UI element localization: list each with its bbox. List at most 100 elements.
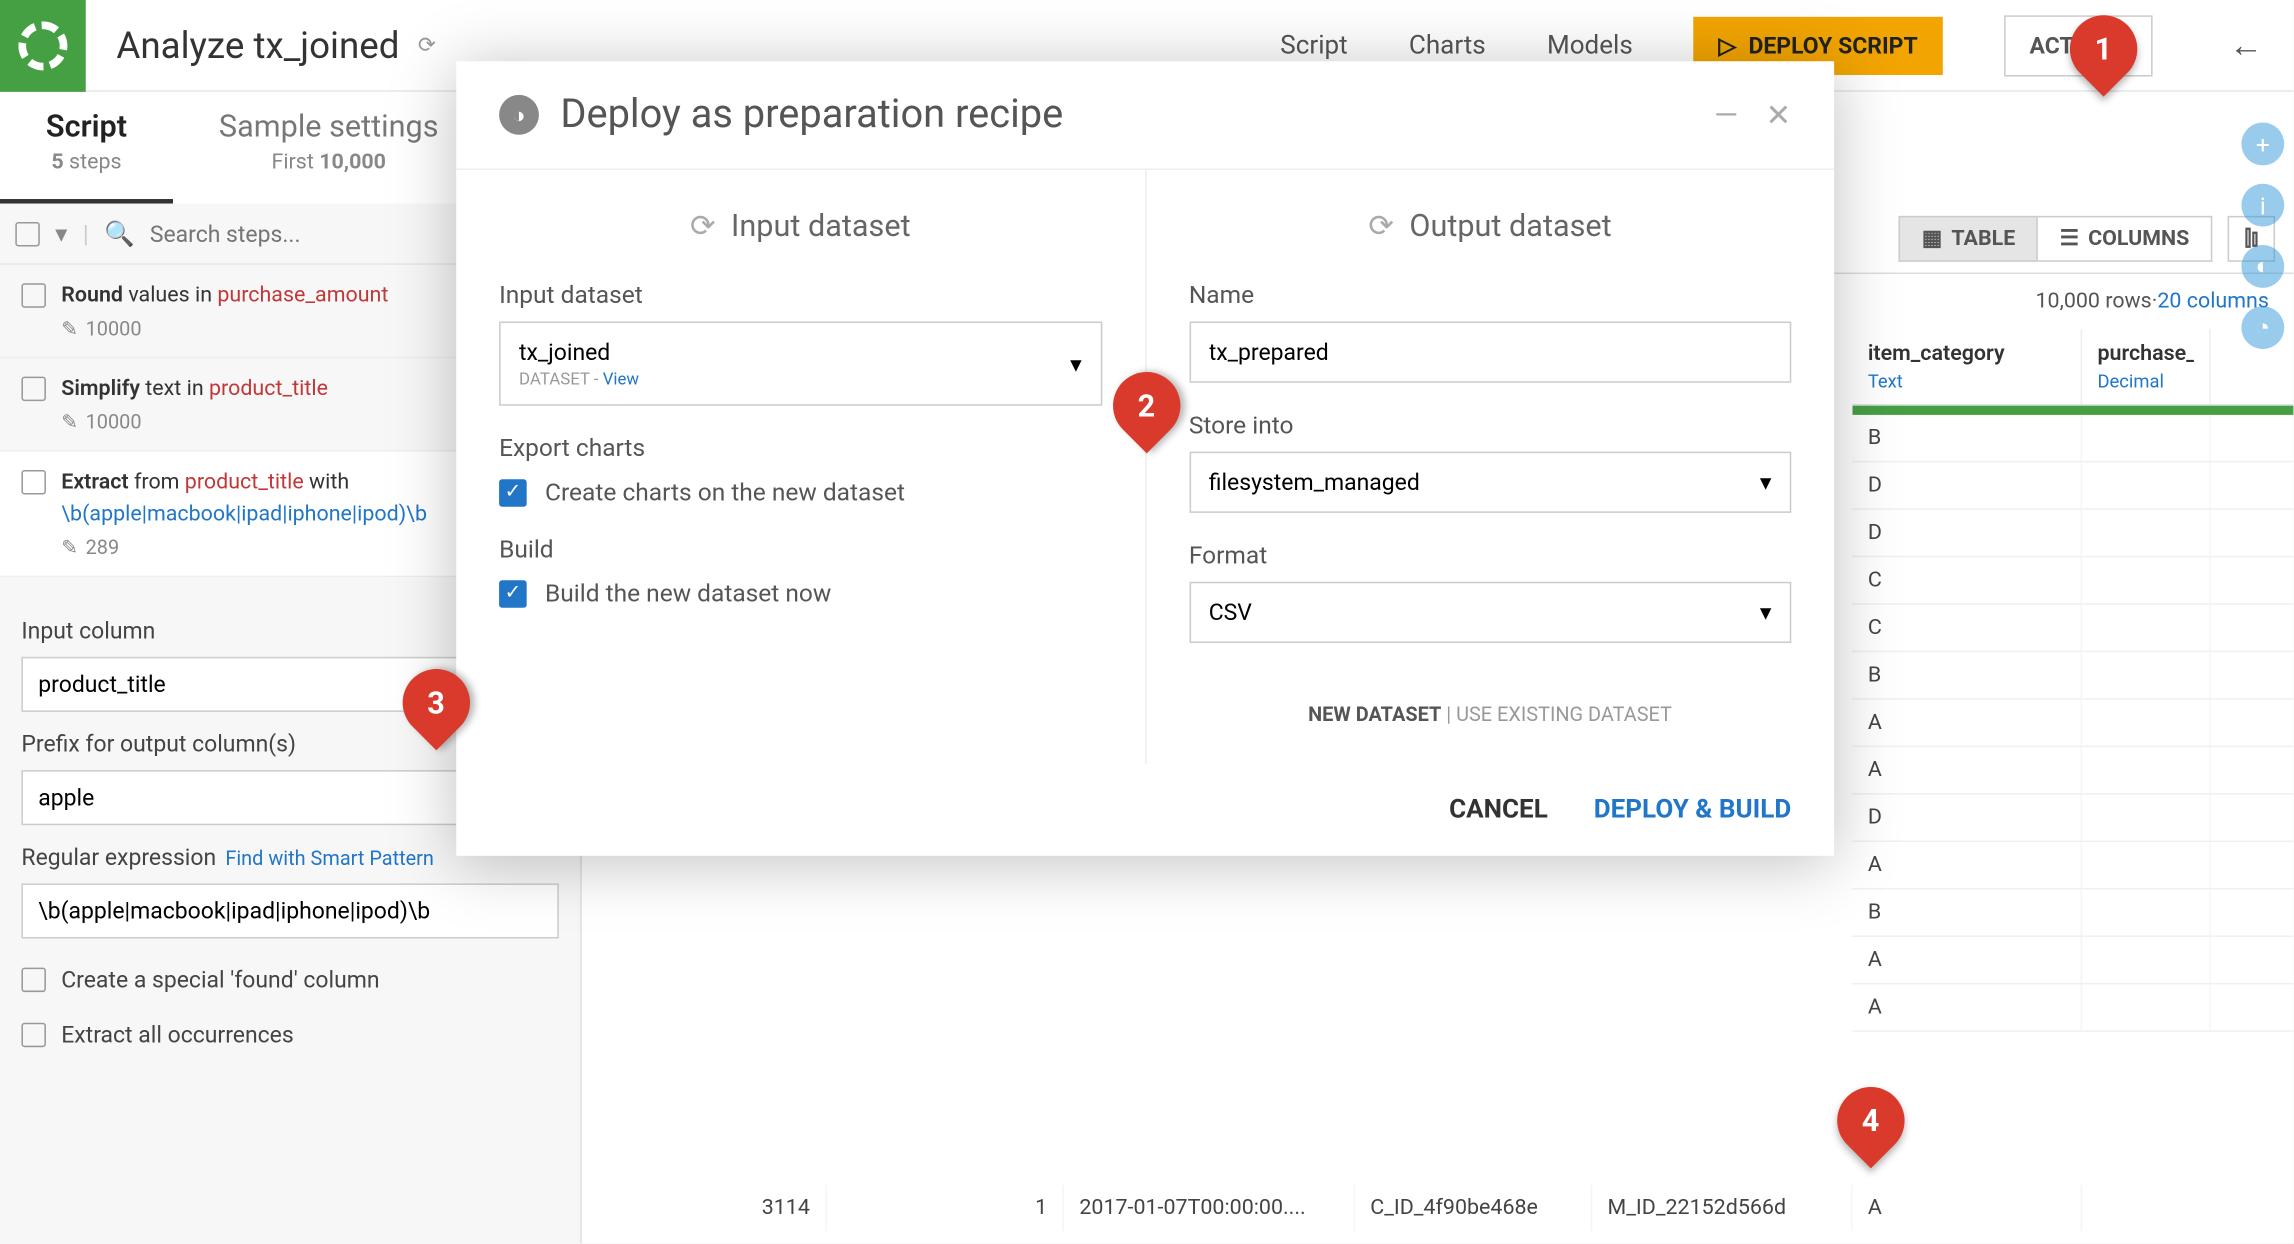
cell: 3114: [582, 1185, 827, 1231]
cell: [2082, 842, 2211, 888]
cell: [2082, 605, 2211, 651]
deploy-build-button[interactable]: DEPLOY & BUILD: [1594, 795, 1792, 826]
pencil-icon: ✎: [61, 537, 78, 560]
chevron-left-icon[interactable]: ←: [2229, 25, 2263, 65]
table-icon: ▦: [1922, 226, 1942, 250]
step-verb: Round: [61, 283, 123, 307]
cell: [2082, 700, 2211, 746]
cell: A: [1853, 700, 2083, 746]
step-count: 10000: [86, 318, 142, 341]
output-section-title: Output dataset: [1409, 207, 1611, 244]
info-icon[interactable]: i: [2241, 184, 2284, 227]
table-view-button[interactable]: ▦ TABLE: [1899, 215, 2038, 261]
cell: B: [1853, 890, 2083, 936]
tab-script[interactable]: Script 5 steps: [0, 92, 173, 204]
extract-checkbox-label: Extract all occurrences: [61, 1021, 293, 1049]
minimize-icon[interactable]: —: [1714, 96, 1738, 133]
table-row[interactable]: D: [1853, 795, 2294, 842]
table-row[interactable]: B: [1853, 890, 2294, 937]
step-checkbox[interactable]: [21, 470, 45, 494]
callout-number: 2: [1138, 387, 1156, 424]
clock-icon[interactable]: ◔: [2241, 306, 2284, 349]
tab-script-label: Script: [46, 107, 127, 144]
regex-label: Regular expression: [21, 844, 216, 872]
table-row[interactable]: A: [1853, 937, 2294, 984]
columns-view-label: COLUMNS: [2088, 226, 2189, 250]
select-all-checkbox[interactable]: [15, 221, 39, 245]
chat-icon[interactable]: ◐: [2241, 245, 2284, 288]
tab-script-sub: steps: [69, 150, 122, 174]
found-checkbox[interactable]: [21, 968, 45, 992]
step-count: 10000: [86, 412, 142, 435]
column-header[interactable]: item_category Text: [1853, 329, 2083, 404]
search-icon: 🔍: [104, 219, 135, 248]
cell: [2082, 462, 2211, 508]
deploy-script-label: DEPLOY SCRIPT: [1748, 31, 1917, 59]
smart-pattern-link[interactable]: Find with Smart Pattern: [225, 848, 434, 871]
step-checkbox[interactable]: [21, 283, 45, 307]
step-checkbox[interactable]: [21, 377, 45, 401]
column-name: item_category: [1868, 341, 2065, 365]
step-column: product_title: [209, 377, 328, 401]
cell: D: [1853, 510, 2083, 556]
table-row[interactable]: C: [1853, 605, 2294, 652]
recipe-icon: ◑: [499, 95, 539, 135]
nav-script[interactable]: Script: [1280, 30, 1347, 61]
cell: C: [1853, 557, 2083, 603]
found-checkbox-label: Create a special 'found' column: [61, 966, 379, 994]
tab-sample-prefix: First: [271, 150, 313, 174]
nav-charts[interactable]: Charts: [1409, 30, 1486, 61]
table-row[interactable]: A: [1853, 747, 2294, 794]
modal-title: Deploy as preparation recipe: [560, 92, 1063, 138]
table-row[interactable]: B: [1853, 415, 2294, 462]
cancel-button[interactable]: CANCEL: [1449, 795, 1548, 826]
chevron-down-icon: ▾: [1760, 468, 1772, 496]
tab-sample-label: Sample settings: [219, 107, 439, 144]
step-verb: Extract: [61, 470, 128, 494]
table-view-label: TABLE: [1951, 226, 2015, 250]
input-section-title: Input dataset: [731, 207, 911, 244]
input-dataset-select[interactable]: tx_joined DATASET - View ▾: [499, 322, 1101, 406]
dropdown-icon[interactable]: ▾: [55, 219, 67, 248]
column-type: Text: [1868, 371, 2065, 392]
nav-models[interactable]: Models: [1547, 30, 1633, 61]
deploy-modal: ◑ Deploy as preparation recipe — ✕ ⟳ Inpu…: [456, 61, 1834, 856]
format-select[interactable]: CSV ▾: [1189, 582, 1791, 643]
close-icon[interactable]: ✕: [1766, 96, 1792, 133]
table-row[interactable]: C: [1853, 557, 2294, 604]
build-now-checkbox[interactable]: ✓: [499, 579, 527, 607]
new-dataset-toggle[interactable]: NEW DATASET: [1308, 704, 1441, 727]
cell: [2082, 795, 2211, 841]
step-plain: text in: [140, 377, 209, 401]
export-charts-checkbox[interactable]: ✓: [499, 478, 527, 506]
column-header[interactable]: purchase_amount Decimal: [2082, 329, 2211, 404]
export-charts-label: Export charts: [499, 433, 1101, 462]
table-row[interactable]: D: [1853, 510, 2294, 557]
plus-icon[interactable]: +: [2241, 122, 2284, 165]
table-row[interactable]: A: [1853, 842, 2294, 889]
format-value: CSV: [1209, 599, 1252, 627]
refresh-icon[interactable]: ⟳: [418, 33, 436, 57]
table-row[interactable]: D: [1853, 462, 2294, 509]
logo[interactable]: [0, 0, 86, 91]
columns-view-button[interactable]: ☰ COLUMNS: [2038, 215, 2212, 261]
extract-checkbox[interactable]: [21, 1023, 45, 1047]
store-into-value: filesystem_managed: [1209, 468, 1420, 496]
cell: [2082, 984, 2211, 1030]
tab-sample[interactable]: Sample settings First 10,000: [173, 92, 484, 204]
table-row[interactable]: A: [1853, 700, 2294, 747]
output-name-field[interactable]: [1189, 322, 1791, 383]
step-verb: Simplify: [61, 377, 140, 401]
view-link[interactable]: View: [603, 369, 639, 389]
table-row[interactable]: B: [1853, 652, 2294, 699]
cell: B: [1853, 415, 2083, 461]
store-into-select[interactable]: filesystem_managed ▾: [1189, 452, 1791, 513]
cell: A: [1853, 747, 2083, 793]
cell: [2082, 937, 2211, 983]
arrow-in-icon: ⟳: [690, 207, 716, 244]
step-plain: values in: [123, 283, 217, 307]
existing-dataset-toggle[interactable]: USE EXISTING DATASET: [1456, 704, 1672, 727]
list-icon: ☰: [2060, 226, 2079, 250]
regex-field[interactable]: [21, 883, 558, 938]
table-row[interactable]: A: [1853, 984, 2294, 1031]
